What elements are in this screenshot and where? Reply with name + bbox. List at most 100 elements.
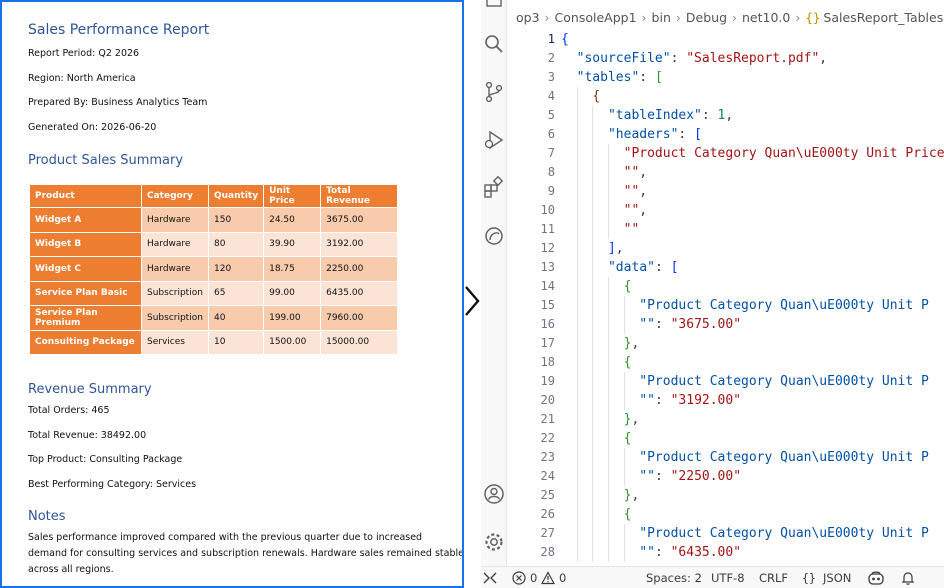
table-cell: 150	[207, 207, 265, 233]
breadcrumb-item[interactable]: ConsoleApp1	[555, 10, 637, 25]
report-period: Report Period: Q2 2026	[28, 48, 140, 59]
line-number: 18	[540, 355, 555, 369]
table-cell: Hardware	[141, 231, 209, 257]
breadcrumb-file-name[interactable]: SalesReport_Tables.json	[823, 10, 944, 25]
run-debug-icon[interactable]	[483, 129, 505, 151]
report-region: Region: North America	[28, 72, 136, 84]
eol-status[interactable]: CRLF	[759, 567, 788, 588]
table-row: Widget A Hardware 150 24.50 3675.00	[29, 207, 399, 233]
json-key: "Product Category Quan\uE000ty Unit P	[639, 526, 929, 541]
line-number: 5	[547, 108, 555, 122]
report-prepared-by: Prepared By: Business Analytics Team	[28, 97, 208, 108]
revenue-summary-heading: Revenue Summary	[28, 382, 152, 397]
table-cell: 39.90	[263, 231, 322, 257]
table-cell: 1500.00	[263, 329, 322, 355]
code-line: ],	[561, 239, 944, 258]
table-header-cell: Category	[141, 184, 209, 208]
code-line: {	[561, 353, 944, 372]
line-number: 4	[547, 89, 555, 103]
json-key: "tables"	[576, 70, 640, 85]
code-line: "",	[561, 163, 944, 182]
json-key: ""	[639, 545, 655, 560]
code-line: "": "3192.00"	[561, 391, 944, 410]
report-header: Sales Performance Report Report Period: …	[28, 22, 462, 175]
search-icon[interactable]	[483, 33, 505, 55]
table-cell: 99.00	[263, 280, 322, 306]
table-cell: 65	[207, 280, 265, 306]
report-title: Sales Performance Report	[28, 22, 210, 38]
line-number: 20	[540, 393, 555, 407]
json-string: "2250.00"	[670, 469, 742, 484]
table-cell: Hardware	[141, 256, 209, 282]
warning-icon[interactable]	[541, 571, 555, 585]
code-line: "tables": [	[576, 70, 663, 85]
notes-text: Sales performance improved compared with…	[28, 532, 464, 575]
account-icon[interactable]	[483, 483, 505, 505]
line-number: 24	[540, 469, 555, 483]
code-line: {	[561, 87, 944, 106]
line-number-gutter: 1 2 3 4 5 6 7 8 9 10 11 12 13 14 15 16 1…	[507, 30, 561, 562]
breadcrumb-item[interactable]: bin	[652, 10, 671, 25]
json-key: ""	[639, 393, 655, 408]
status-bar: 0 0 Spaces: 2 UTF-8 CRLF {} JSON	[481, 566, 944, 588]
json-key: ""	[639, 469, 655, 484]
json-string: ""	[623, 222, 640, 237]
indentation-status[interactable]: Spaces: 2	[646, 567, 702, 588]
encoding-status[interactable]: UTF-8	[711, 567, 745, 588]
table-row: Widget C Hardware 120 18.75 2250.00	[29, 256, 399, 282]
table-cell: Consulting Package	[29, 329, 142, 355]
code-editor[interactable]: { "sourceFile": "SalesReport.pdf", "tabl…	[561, 30, 944, 562]
code-line: "tableIndex": 1,	[561, 106, 944, 125]
extensions-icon[interactable]	[483, 176, 505, 198]
code-line: "Product Category Quan\uE000ty Unit P	[561, 296, 944, 315]
notes-heading: Notes	[28, 509, 66, 524]
code-line: ""	[561, 220, 944, 239]
table-cell: Widget B	[29, 231, 142, 257]
code-line: {	[561, 277, 944, 296]
table-cell: Widget A	[29, 207, 142, 233]
line-number: 11	[540, 222, 555, 236]
activity-bar	[481, 0, 507, 566]
error-icon[interactable]	[512, 571, 526, 585]
table-cell: Service Plan Basic	[29, 280, 142, 306]
copilot-chat-icon[interactable]	[483, 225, 505, 247]
table-cell: Subscription	[141, 280, 209, 306]
line-number: 21	[540, 412, 555, 426]
code-line: "": "3675.00"	[561, 315, 944, 334]
line-number: 9	[547, 184, 555, 198]
line-number: 26	[540, 507, 555, 521]
language-mode[interactable]: JSON	[823, 567, 851, 588]
json-string: "6435.00"	[670, 545, 742, 560]
explorer-icon[interactable]	[483, 0, 505, 14]
line-number: 15	[540, 298, 555, 312]
source-control-icon[interactable]	[483, 81, 505, 103]
table-cell: 24.50	[263, 207, 322, 233]
code-line: {	[561, 429, 944, 448]
error-count[interactable]: 0	[530, 567, 537, 588]
code-line: },	[561, 486, 944, 505]
notification-icon[interactable]	[900, 570, 916, 586]
line-number: 3	[547, 70, 555, 84]
line-number: 28	[540, 545, 555, 559]
table-cell: 80	[207, 231, 265, 257]
line-number: 8	[547, 165, 555, 179]
warning-count[interactable]: 0	[559, 567, 566, 588]
table-cell: Hardware	[141, 207, 209, 233]
table-header-cell: Product	[29, 184, 142, 208]
breadcrumb-item[interactable]: Debug	[686, 10, 727, 25]
product-sales-table: Product Category Quantity Unit Price Tot…	[29, 184, 399, 355]
json-string: "Product Category Quan\uE000ty Unit Pric…	[623, 146, 944, 161]
code-line: {	[561, 32, 569, 47]
line-number: 23	[540, 450, 555, 464]
code-line: "headers": [	[561, 125, 944, 144]
json-key: "Product Category Quan\uE000ty Unit P	[639, 450, 929, 465]
revenue-line: Total Orders: 465	[28, 405, 110, 416]
copilot-icon[interactable]	[867, 570, 885, 586]
breadcrumb-item[interactable]: op3	[516, 10, 540, 25]
settings-gear-icon[interactable]	[483, 531, 505, 553]
code-line: "Product Category Quan\uE000ty Unit Pric…	[561, 144, 944, 163]
code-line: "Product Category Quan\uE000ty Unit P	[561, 448, 944, 467]
remote-icon[interactable]	[482, 570, 498, 586]
code-line: },	[561, 410, 944, 429]
breadcrumb-item[interactable]: net10.0	[742, 10, 790, 25]
